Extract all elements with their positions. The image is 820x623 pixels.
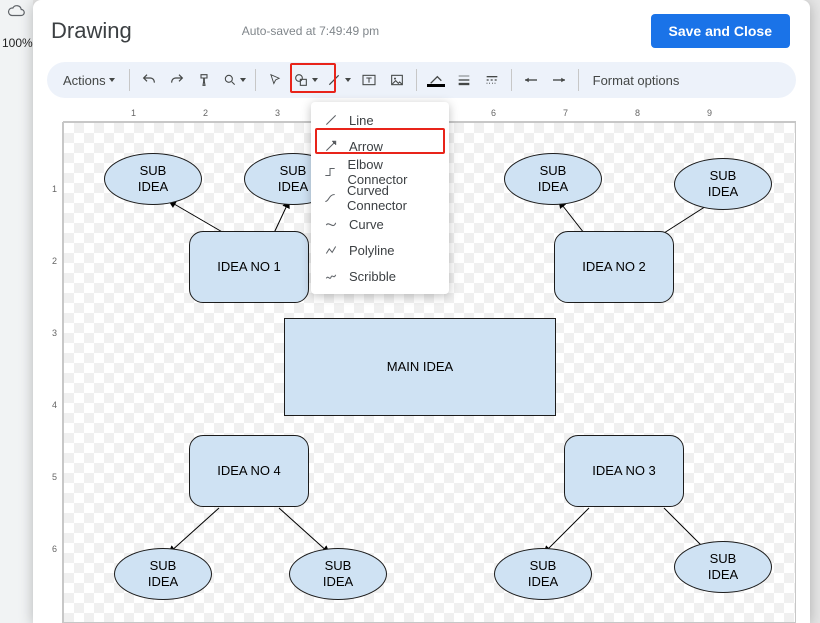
- paint-format-button[interactable]: [192, 66, 218, 94]
- elbow-connector-icon: [323, 165, 337, 179]
- drawing-toolbar: Actions Format options: [47, 62, 796, 98]
- toolbar-separator: [416, 69, 417, 91]
- line-tool-button[interactable]: [323, 66, 354, 94]
- redo-button[interactable]: [164, 66, 190, 94]
- format-options-button[interactable]: Format options: [585, 66, 688, 94]
- autosave-status: Auto-saved at 7:49:49 pm: [242, 24, 651, 38]
- shape-sub-idea[interactable]: SUB IDEA: [674, 541, 772, 593]
- scribble-icon: [323, 269, 339, 283]
- drawing-dialog: Drawing Auto-saved at 7:49:49 pm Save an…: [33, 0, 810, 623]
- vertical-ruler: 1 2 3 4 5 6: [47, 122, 63, 623]
- ruler-tick: 3: [275, 108, 280, 118]
- line-dash-button[interactable]: [479, 66, 505, 94]
- ruler-tick: 5: [52, 472, 57, 482]
- toolbar-separator: [578, 69, 579, 91]
- text-box-button[interactable]: [356, 66, 382, 94]
- ruler-tick: 2: [203, 108, 208, 118]
- dialog-title: Drawing: [51, 18, 132, 44]
- line-option-arrow[interactable]: Arrow: [311, 133, 449, 159]
- zoom-button[interactable]: [220, 66, 249, 94]
- actions-menu-button[interactable]: Actions: [55, 66, 123, 94]
- ruler-tick: 6: [52, 544, 57, 554]
- toolbar-separator: [129, 69, 130, 91]
- polyline-icon: [323, 243, 339, 257]
- caret-down-icon: [345, 78, 351, 82]
- curved-connector-icon: [323, 191, 337, 205]
- arrow-icon: [323, 139, 339, 153]
- toolbar-separator: [511, 69, 512, 91]
- line-start-button[interactable]: [518, 66, 544, 94]
- ruler-tick: 7: [563, 108, 568, 118]
- shape-tool-button[interactable]: [290, 66, 321, 94]
- ruler-tick: 9: [707, 108, 712, 118]
- shape-sub-idea[interactable]: SUB IDEA: [104, 153, 202, 205]
- line-weight-button[interactable]: [451, 66, 477, 94]
- undo-button[interactable]: [136, 66, 162, 94]
- line-icon: [323, 113, 339, 127]
- shape-sub-idea[interactable]: SUB IDEA: [674, 158, 772, 210]
- shape-sub-idea[interactable]: SUB IDEA: [289, 548, 387, 600]
- ruler-tick: 3: [52, 328, 57, 338]
- ruler-tick: 1: [52, 184, 57, 194]
- caret-down-icon: [109, 78, 115, 82]
- caret-down-icon: [240, 78, 246, 82]
- shape-main-idea[interactable]: MAIN IDEA: [284, 318, 556, 416]
- ruler-tick: 4: [52, 400, 57, 410]
- line-option-elbow[interactable]: Elbow Connector: [311, 159, 449, 185]
- shape-idea-4[interactable]: IDEA NO 4: [189, 435, 309, 507]
- curve-icon: [323, 217, 339, 231]
- cloud-saved-icon: [7, 2, 25, 23]
- shape-idea-1[interactable]: IDEA NO 1: [189, 231, 309, 303]
- shape-sub-idea[interactable]: SUB IDEA: [494, 548, 592, 600]
- ruler-tick: 6: [491, 108, 496, 118]
- docs-background-sidebar: 100%: [0, 0, 33, 623]
- line-color-swatch: [427, 84, 445, 87]
- ruler-tick: 2: [52, 256, 57, 266]
- zoom-label: 100%: [2, 36, 33, 50]
- caret-down-icon: [312, 78, 318, 82]
- select-tool-button[interactable]: [262, 66, 288, 94]
- ruler-tick: 1: [131, 108, 136, 118]
- line-end-button[interactable]: [546, 66, 572, 94]
- line-option-scribble[interactable]: Scribble: [311, 263, 449, 289]
- format-options-label: Format options: [593, 73, 680, 88]
- line-type-dropdown: Line Arrow Elbow Connector Curved Connec…: [311, 102, 449, 294]
- line-color-button[interactable]: [423, 66, 449, 94]
- save-and-close-button[interactable]: Save and Close: [651, 14, 791, 48]
- shape-idea-2[interactable]: IDEA NO 2: [554, 231, 674, 303]
- actions-label: Actions: [63, 73, 106, 88]
- shape-sub-idea[interactable]: SUB IDEA: [114, 548, 212, 600]
- shape-idea-3[interactable]: IDEA NO 3: [564, 435, 684, 507]
- shape-sub-idea[interactable]: SUB IDEA: [504, 153, 602, 205]
- line-option-curve[interactable]: Curve: [311, 211, 449, 237]
- toolbar-separator: [255, 69, 256, 91]
- image-button[interactable]: [384, 66, 410, 94]
- ruler-tick: 8: [635, 108, 640, 118]
- line-option-curved[interactable]: Curved Connector: [311, 185, 449, 211]
- dialog-header: Drawing Auto-saved at 7:49:49 pm Save an…: [33, 0, 810, 62]
- line-option-line[interactable]: Line: [311, 107, 449, 133]
- line-option-polyline[interactable]: Polyline: [311, 237, 449, 263]
